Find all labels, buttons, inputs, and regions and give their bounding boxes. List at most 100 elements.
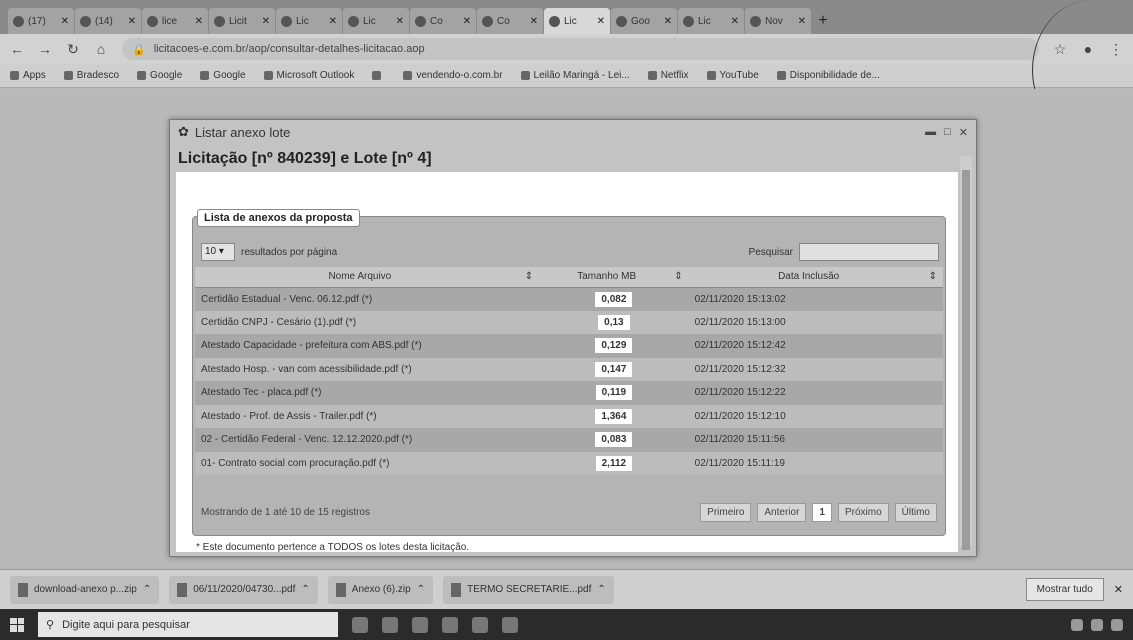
bookmark-item[interactable]: Bradesco xyxy=(63,70,119,81)
browser-tab[interactable]: Lic ✕ xyxy=(678,8,744,34)
modal-content: Lista de anexos da proposta 10 ▾ resulta… xyxy=(176,172,958,553)
forward-icon[interactable]: → xyxy=(38,41,52,57)
pagination-button[interactable]: Primeiro xyxy=(700,502,752,522)
file-name-cell[interactable]: 02 - Certidão Federal - Venc. 12.12.2020… xyxy=(195,428,540,452)
file-name-cell[interactable]: Atestado Capacidade - prefeitura com ABS… xyxy=(195,334,540,358)
pagination-button[interactable]: Próximo xyxy=(837,502,889,522)
back-icon[interactable]: ← xyxy=(10,41,24,57)
table-row[interactable]: Atestado - Prof. de Assis - Trailer.pdf … xyxy=(195,404,943,428)
close-tab-icon[interactable]: ✕ xyxy=(396,16,404,27)
close-tab-icon[interactable]: ✕ xyxy=(262,16,270,27)
minimize-icon[interactable]: ▬ xyxy=(925,126,936,139)
show-all-button[interactable]: Mostrar tudo xyxy=(1025,578,1104,601)
browser-tab[interactable]: Lic ✕ xyxy=(544,8,610,34)
browser-tab[interactable]: lice ✕ xyxy=(142,8,208,34)
browser-tab[interactable]: Lic ✕ xyxy=(276,8,342,34)
home-icon[interactable]: ⌂ xyxy=(94,41,108,57)
store-icon[interactable] xyxy=(442,616,458,633)
pagination-button[interactable]: 1 xyxy=(812,502,832,522)
browser-tab[interactable]: Goo ✕ xyxy=(611,8,677,34)
download-item[interactable]: Anexo (6).zip ⌃ xyxy=(327,575,434,604)
table-row[interactable]: 02 - Certidão Federal - Venc. 12.12.2020… xyxy=(195,428,943,452)
browser-tab[interactable]: Nov ✕ xyxy=(745,8,811,34)
table-row[interactable]: Atestado Capacidade - prefeitura com ABS… xyxy=(195,334,943,358)
table-row[interactable]: Atestado Hosp. - van com acessibilidade.… xyxy=(195,357,943,381)
close-tab-icon[interactable]: ✕ xyxy=(195,16,203,27)
reload-icon[interactable]: ↻ xyxy=(66,41,80,58)
mail-icon[interactable] xyxy=(472,616,488,633)
bookmark-label: Microsoft Outlook xyxy=(276,70,355,81)
favicon-icon xyxy=(13,15,24,27)
windows-start-icon[interactable] xyxy=(10,617,24,632)
file-name-cell[interactable]: Certidão Estadual - Venc. 06.12.pdf (*) xyxy=(195,287,540,311)
page-size-select[interactable]: 10 ▾ xyxy=(201,243,235,261)
bookmark-item[interactable]: Netflix xyxy=(647,70,689,81)
table-row[interactable]: 01- Contrato social com procuração.pdf (… xyxy=(195,451,943,475)
volume-icon[interactable] xyxy=(1091,618,1103,631)
per-page-label: resultados por página xyxy=(241,246,338,258)
chevron-up-icon[interactable]: ⌃ xyxy=(143,584,151,595)
download-item[interactable]: 06/11/2020/04730...pdf ⌃ xyxy=(169,575,318,604)
close-tab-icon[interactable]: ✕ xyxy=(463,16,471,27)
bookmark-item[interactable]: Google xyxy=(200,70,246,81)
file-name-cell[interactable]: Atestado Tec - placa.pdf (*) xyxy=(195,381,540,405)
file-name-cell[interactable]: Certidão CNPJ - Cesário (1).pdf (*) xyxy=(195,310,540,334)
column-header-name[interactable]: Nome Arquivo ⇕ xyxy=(195,267,540,288)
file-explorer-icon[interactable] xyxy=(412,616,428,633)
close-tab-icon[interactable]: ✕ xyxy=(530,16,538,27)
notifications-icon[interactable] xyxy=(1111,618,1123,631)
browser-tab[interactable]: Co ✕ xyxy=(410,8,476,34)
close-icon[interactable]: ✕ xyxy=(959,126,968,139)
download-item[interactable]: download-anexo p...zip ⌃ xyxy=(10,575,160,604)
bookmark-item[interactable]: Disponibilidade de... xyxy=(776,70,880,81)
bookmark-item[interactable] xyxy=(372,71,385,80)
maximize-icon[interactable]: □ xyxy=(944,126,951,139)
chevron-up-icon[interactable]: ⌃ xyxy=(597,584,605,595)
file-name-cell[interactable]: Atestado Hosp. - van com acessibilidade.… xyxy=(195,357,540,381)
table-row[interactable]: Certidão CNPJ - Cesário (1).pdf (*) 0,13 0… xyxy=(195,310,943,334)
bookmark-item[interactable]: Google xyxy=(137,70,182,81)
bookmark-item[interactable]: Leilão Maringá - Lei... xyxy=(520,70,630,81)
bookmark-item[interactable]: YouTube xyxy=(706,70,759,81)
browser-tab[interactable]: Co ✕ xyxy=(477,8,543,34)
search-input[interactable] xyxy=(799,243,939,261)
chevron-up-icon[interactable]: ⌃ xyxy=(417,584,425,595)
pagination-button[interactable]: Anterior xyxy=(757,502,807,522)
taskbar-search[interactable]: ⚲ Digite aqui para pesquisar xyxy=(38,612,338,637)
column-header-size[interactable]: Tamanho MB ⇕ xyxy=(539,267,689,288)
browser-tab[interactable]: Licit ✕ xyxy=(209,8,275,34)
pagination-button[interactable]: Último xyxy=(894,502,937,522)
chevron-up-icon[interactable]: ⌃ xyxy=(301,584,309,595)
url-input[interactable]: 🔒 licitacoes-e.com.br/aop/consultar-deta… xyxy=(122,38,1039,60)
download-item[interactable]: TERMO SECRETARIE...pdf ⌃ xyxy=(443,575,614,604)
new-tab-icon[interactable]: + xyxy=(812,8,834,34)
close-tab-icon[interactable]: ✕ xyxy=(597,16,605,27)
bookmark-item[interactable]: vendendo-o.com.br xyxy=(403,70,503,81)
table-row[interactable]: Atestado Tec - placa.pdf (*) 0,119 02/11/2… xyxy=(195,381,943,405)
task-view-icon[interactable] xyxy=(352,616,368,633)
bookmark-item[interactable]: Apps xyxy=(10,70,46,81)
bookmark-item[interactable]: Microsoft Outlook xyxy=(263,70,355,81)
close-downloads-icon[interactable]: ✕ xyxy=(1114,583,1123,596)
scrollbar-thumb[interactable] xyxy=(962,170,970,550)
close-tab-icon[interactable]: ✕ xyxy=(731,16,739,27)
close-tab-icon[interactable]: ✕ xyxy=(664,16,672,27)
browser-tab[interactable]: (17) ✕ xyxy=(8,8,74,34)
tab-label: Lic xyxy=(296,15,309,27)
edge-icon[interactable] xyxy=(382,616,398,633)
browser-tab[interactable]: Lic ✕ xyxy=(343,8,409,34)
close-tab-icon[interactable]: ✕ xyxy=(128,16,136,27)
table-row[interactable]: Certidão Estadual - Venc. 06.12.pdf (*) 0… xyxy=(195,287,943,311)
browser-tab[interactable]: (14) ✕ xyxy=(75,8,141,34)
network-icon[interactable] xyxy=(1071,618,1083,631)
chrome-icon[interactable] xyxy=(502,616,518,633)
bookmark-icon xyxy=(403,71,413,80)
file-name-cell[interactable]: 01- Contrato social com procuração.pdf (… xyxy=(195,451,540,475)
modal-scrollbar[interactable] xyxy=(960,156,972,550)
close-tab-icon[interactable]: ✕ xyxy=(61,16,69,27)
close-tab-icon[interactable]: ✕ xyxy=(329,16,337,27)
column-header-date[interactable]: Data Inclusão ⇕ xyxy=(688,267,943,288)
close-tab-icon[interactable]: ✕ xyxy=(798,16,806,27)
favicon-icon xyxy=(616,15,627,27)
file-name-cell[interactable]: Atestado - Prof. de Assis - Trailer.pdf … xyxy=(195,404,540,428)
